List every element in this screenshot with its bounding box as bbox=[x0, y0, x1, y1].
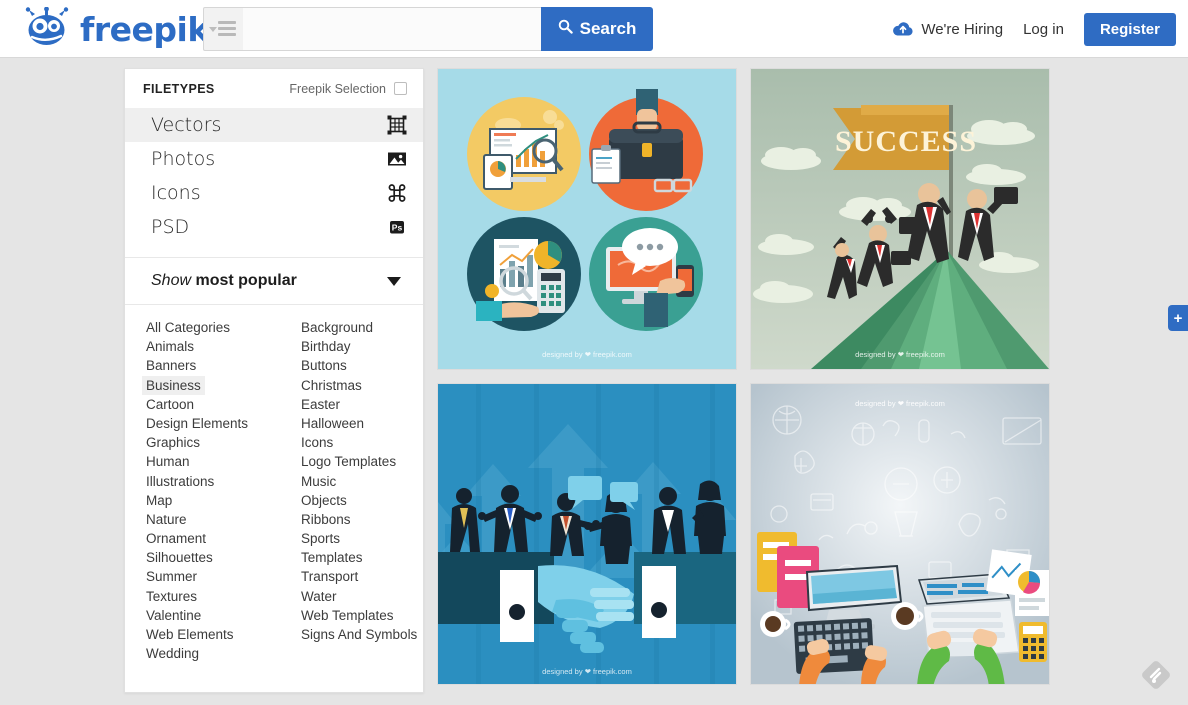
filetype-label: Icons bbox=[151, 182, 201, 204]
register-button[interactable]: Register bbox=[1083, 12, 1176, 46]
category-item[interactable]: Ornament bbox=[146, 529, 274, 548]
list-dropdown-icon bbox=[218, 21, 236, 39]
were-hiring-label: We're Hiring bbox=[921, 20, 1004, 38]
thumb-caption: SUCCESS bbox=[835, 125, 977, 158]
category-item[interactable]: Wedding bbox=[146, 644, 274, 663]
svg-text:designed by ❤ freepik.com: designed by ❤ freepik.com bbox=[855, 350, 945, 359]
filetype-list: Vectors Photos Icons PSD Ps bbox=[125, 108, 423, 244]
search-button-label: Search bbox=[579, 19, 637, 38]
chevron-down-icon bbox=[387, 276, 401, 286]
category-item[interactable]: Signs And Symbols bbox=[301, 625, 423, 644]
category-item[interactable]: Templates bbox=[301, 548, 423, 567]
freepik-selection-toggle[interactable]: Freepik Selection bbox=[289, 82, 407, 96]
category-item[interactable]: Objects bbox=[301, 491, 423, 510]
category-item[interactable]: Cartoon bbox=[146, 395, 274, 414]
cloud-upload-icon bbox=[892, 21, 914, 37]
svg-text:designed by ❤ freepik.com: designed by ❤ freepik.com bbox=[542, 667, 632, 676]
freepik-selection-checkbox[interactable] bbox=[394, 82, 407, 95]
filetype-item-vectors[interactable]: Vectors bbox=[125, 108, 423, 142]
category-item[interactable]: Illustrations bbox=[146, 472, 274, 491]
category-item[interactable]: Design Elements bbox=[146, 414, 274, 433]
results-row: designed by ❤ freepik.com designed by ❤ … bbox=[437, 383, 1051, 685]
login-link[interactable]: Log in bbox=[1023, 21, 1064, 38]
results-row: designed by ❤ freepik.com designed by fr… bbox=[437, 68, 1051, 370]
sort-prefix: Show bbox=[151, 272, 192, 289]
desk-workspace-top-view-thumbnail[interactable]: designed by ❤ freepik.com bbox=[750, 383, 1050, 685]
sort-value: most popular bbox=[195, 272, 297, 289]
category-item[interactable]: Birthday bbox=[301, 337, 423, 356]
svg-text:Ps: Ps bbox=[392, 222, 403, 232]
category-item[interactable]: Web Elements bbox=[146, 625, 274, 644]
filetype-label: Photos bbox=[151, 148, 216, 170]
filetype-item-icons[interactable]: Icons bbox=[125, 176, 423, 210]
category-item[interactable]: Easter bbox=[301, 395, 423, 414]
svg-text:designed by ❤ freepik.com: designed by ❤ freepik.com bbox=[855, 399, 945, 408]
results-grid: designed by ❤ freepik.com designed by fr… bbox=[437, 68, 1051, 698]
success-mountain-flag-thumbnail[interactable]: SUCCESS designed by ❤ freepik.com bbox=[750, 68, 1050, 370]
were-hiring-link[interactable]: We're Hiring bbox=[892, 21, 1003, 38]
feedly-diamond-icon[interactable] bbox=[1141, 660, 1171, 690]
category-item[interactable]: Logo Templates bbox=[301, 452, 423, 471]
category-column-left: All Categories Animals Banners Business Cart… bbox=[125, 318, 274, 663]
svg-text:designed by ❤ freepik.com: designed by ❤ freepik.com bbox=[542, 350, 632, 359]
category-item[interactable]: Textures bbox=[146, 587, 274, 606]
sidebar-header: FILETYPES Freepik Selection bbox=[125, 69, 423, 108]
category-item[interactable]: Water bbox=[301, 587, 423, 606]
category-item[interactable]: Graphics bbox=[146, 433, 274, 452]
category-item[interactable]: Transport bbox=[301, 567, 423, 586]
category-item[interactable]: Icons bbox=[301, 433, 423, 452]
search-icon bbox=[558, 19, 573, 39]
search-button[interactable]: Search bbox=[541, 7, 653, 51]
freepik-robot-logo-icon bbox=[18, 6, 76, 52]
sort-dropdown[interactable]: Show most popular bbox=[125, 258, 423, 304]
category-item[interactable]: Nature bbox=[146, 510, 274, 529]
freepik-selection-label: Freepik Selection bbox=[289, 81, 386, 96]
plus-icon: + bbox=[1173, 309, 1183, 327]
category-list: All Categories Animals Banners Business Cart… bbox=[125, 305, 423, 663]
category-item[interactable]: Buttons bbox=[301, 356, 423, 375]
category-item[interactable]: Silhouettes bbox=[146, 548, 274, 567]
category-item[interactable]: Ribbons bbox=[301, 510, 423, 529]
category-item[interactable]: Web Templates bbox=[301, 606, 423, 625]
search-bar: Search bbox=[203, 7, 653, 51]
category-item[interactable]: Map bbox=[146, 491, 274, 510]
category-item[interactable]: Summer bbox=[146, 567, 274, 586]
filetypes-heading: FILETYPES bbox=[143, 81, 215, 96]
category-item[interactable]: Halloween bbox=[301, 414, 423, 433]
logo-wordmark: freepik bbox=[80, 9, 209, 49]
category-column-right: Background Birthday Buttons Christmas Easter… bbox=[274, 318, 423, 663]
command-icon bbox=[387, 183, 407, 203]
category-item[interactable]: Background bbox=[301, 318, 423, 337]
chevron-down-icon bbox=[209, 27, 217, 32]
category-item[interactable]: Christmas bbox=[301, 376, 423, 395]
category-item[interactable]: Banners bbox=[146, 356, 274, 375]
site-header: freepik Search We're Hiring Log in Regis… bbox=[0, 0, 1188, 58]
vector-nodes-icon bbox=[387, 115, 407, 135]
business-infographic-icons-thumbnail[interactable]: designed by ❤ freepik.com designed by fr… bbox=[437, 68, 737, 370]
category-item[interactable]: Valentine bbox=[146, 606, 274, 625]
filetype-item-photos[interactable]: Photos bbox=[125, 142, 423, 176]
category-item[interactable]: Animals bbox=[146, 337, 274, 356]
filetype-item-psd[interactable]: PSD Ps bbox=[125, 210, 423, 244]
category-item[interactable]: Business bbox=[142, 375, 205, 395]
category-item[interactable]: Music bbox=[301, 472, 423, 491]
photoshop-ps-icon: Ps bbox=[387, 217, 407, 237]
business-handshake-silhouettes-thumbnail[interactable]: designed by ❤ freepik.com bbox=[437, 383, 737, 685]
category-item[interactable]: All Categories bbox=[146, 318, 274, 337]
filetype-label: PSD bbox=[151, 216, 190, 238]
filetype-label: Vectors bbox=[151, 114, 222, 136]
search-input[interactable] bbox=[243, 7, 541, 51]
add-panel-tab[interactable]: + bbox=[1168, 305, 1188, 331]
photo-image-icon bbox=[387, 149, 407, 169]
header-actions: We're Hiring Log in Register bbox=[892, 0, 1176, 58]
filetype-dropdown-button[interactable] bbox=[203, 7, 243, 51]
filters-sidebar: FILETYPES Freepik Selection Vectors Phot… bbox=[124, 68, 424, 693]
category-item[interactable]: Human bbox=[146, 452, 274, 471]
sort-label: Show most popular bbox=[151, 272, 297, 290]
category-item[interactable]: Sports bbox=[301, 529, 423, 548]
freepik-logo[interactable]: freepik bbox=[18, 6, 209, 52]
